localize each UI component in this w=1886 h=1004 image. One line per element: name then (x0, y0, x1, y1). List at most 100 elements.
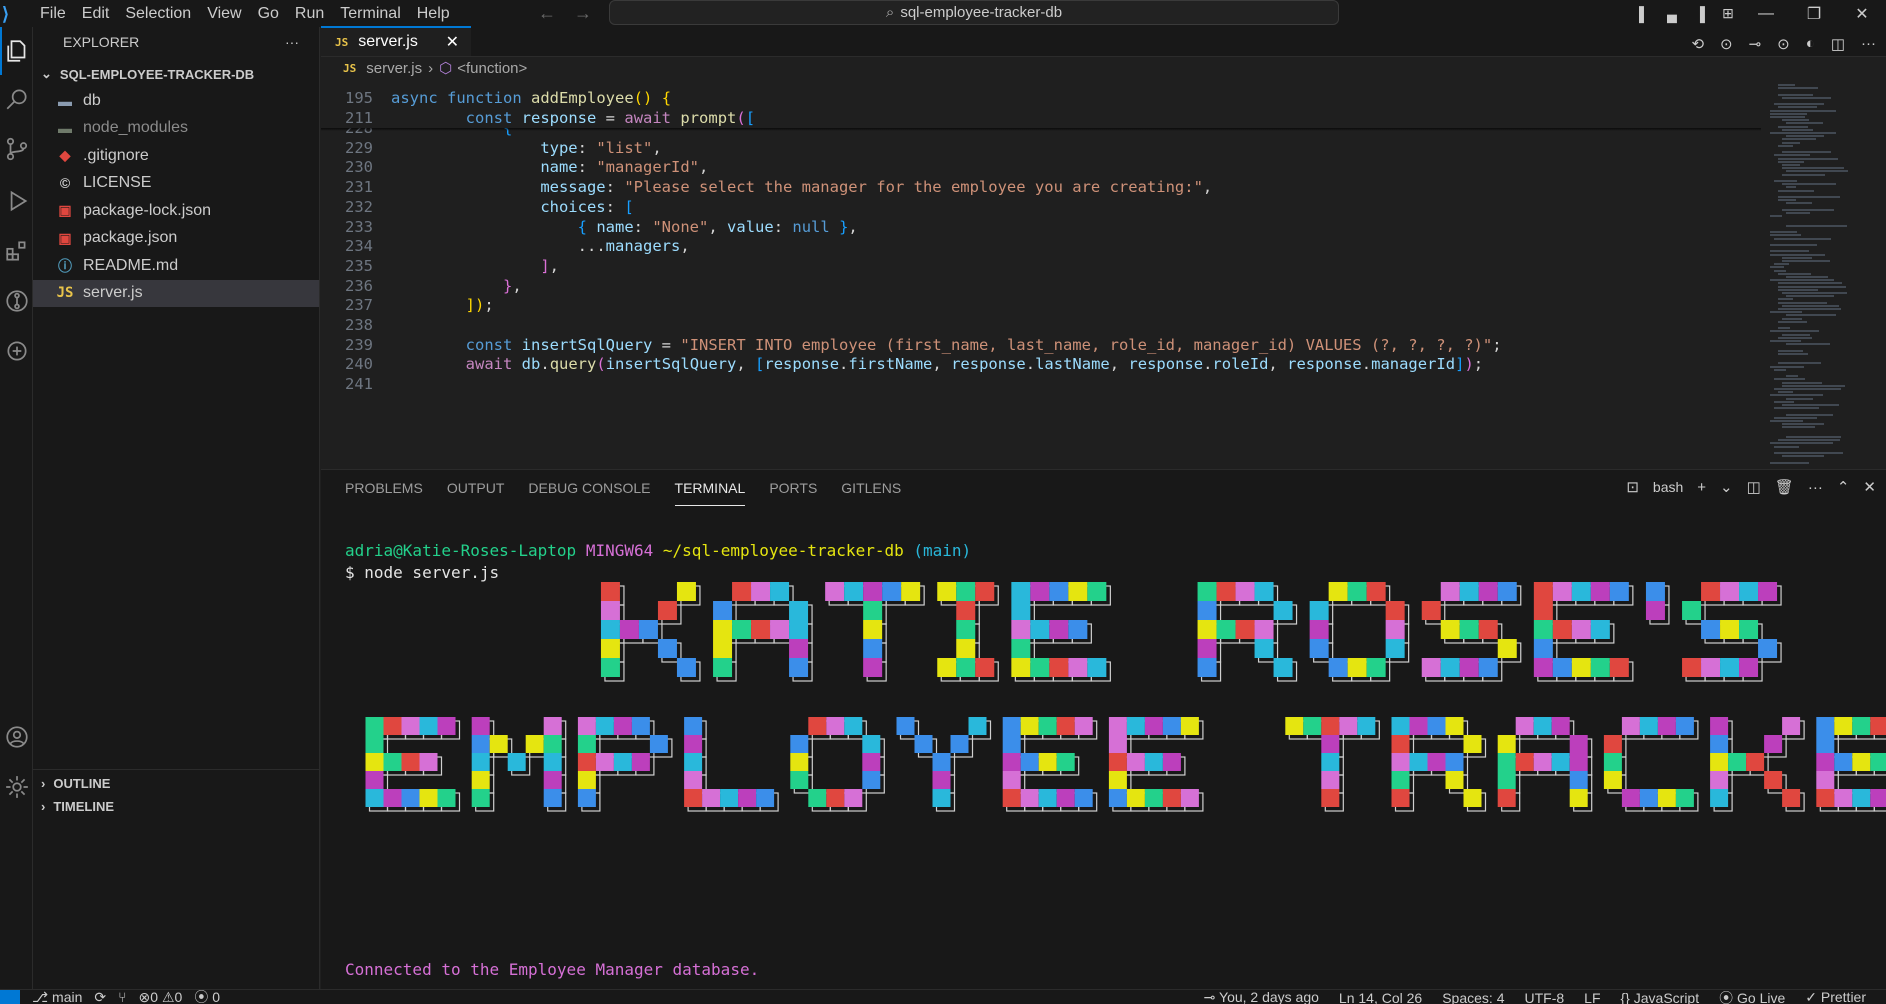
code-line[interactable]: 233 { name: "None", value: null }, (321, 217, 1761, 237)
customize-layout-icon[interactable]: ⊞ (1714, 0, 1742, 27)
banner-block (1011, 601, 1031, 620)
menu-edit[interactable]: Edit (74, 5, 118, 23)
chevron-down-icon[interactable]: ⌄ (1720, 478, 1733, 496)
explorer-files-icon[interactable] (0, 27, 33, 75)
search-activity-icon[interactable] (0, 75, 33, 123)
code-line[interactable]: 229 type: "list", (321, 138, 1761, 158)
back-arrow-icon[interactable]: ← (538, 3, 556, 24)
menu-run[interactable]: Run (287, 5, 332, 23)
tab-output[interactable]: OUTPUT (447, 470, 505, 506)
go-live-button[interactable]: ⦿ Go Live (1719, 988, 1785, 1004)
breadcrumb-symbol[interactable]: <function> (457, 60, 527, 77)
remote-indicator-icon[interactable] (0, 989, 20, 1004)
end-of-line[interactable]: LF (1584, 990, 1600, 1004)
code-line[interactable]: 237 ]); (321, 295, 1761, 315)
cursor-position[interactable]: Ln 14, Col 26 (1339, 990, 1422, 1004)
commit-icon[interactable]: ⊸ (1749, 35, 1762, 53)
git-blame-status[interactable]: ⊸ You, 2 days ago (1204, 989, 1319, 1004)
toggle-secondary-sidebar-icon[interactable]: ▐ (1686, 0, 1714, 27)
outline-section[interactable]: › OUTLINE (33, 769, 320, 796)
tab-problems[interactable]: PROBLEMS (345, 470, 423, 506)
source-control-icon[interactable] (0, 125, 33, 173)
menu-terminal[interactable]: Terminal (332, 5, 408, 23)
gitlens-icon[interactable] (0, 277, 33, 325)
problems-status[interactable]: ⊗0 ⚠0 (139, 989, 183, 1004)
minimap-line (1782, 381, 1822, 384)
manage-gear-icon[interactable] (0, 763, 33, 811)
extensions-icon[interactable] (0, 227, 33, 275)
tree-item-gitignore[interactable]: ◆ .gitignore (33, 142, 319, 170)
tab-terminal[interactable]: TERMINAL (674, 470, 746, 506)
forward-arrow-icon[interactable]: → (574, 3, 592, 24)
code-line[interactable]: 235 ], (321, 256, 1761, 276)
tab-debug-console[interactable]: DEBUG CONSOLE (528, 470, 650, 506)
code-line[interactable]: 240 await db.query(insertSqlQuery, [resp… (321, 354, 1761, 374)
tree-item-label: package.json (83, 229, 178, 247)
sync-icon[interactable]: ⟳ (94, 989, 106, 1004)
tree-item-package-lock[interactable]: ▣ package-lock.json (33, 197, 319, 225)
code-line[interactable]: 234 ...managers, (321, 236, 1761, 256)
tree-item-package-json[interactable]: ▣ package.json (33, 225, 319, 253)
code-line[interactable]: 230 name: "managerId", (321, 157, 1761, 177)
tree-item-server-js[interactable]: JS server.js (33, 279, 319, 307)
indentation[interactable]: Spaces: 4 (1442, 990, 1504, 1004)
menu-file[interactable]: File (32, 5, 74, 23)
timeline-section[interactable]: › TIMELINE (33, 793, 320, 820)
menu-help[interactable]: Help (409, 5, 458, 23)
new-terminal-icon[interactable]: + (1697, 479, 1706, 496)
tab-gitlens[interactable]: GITLENS (841, 470, 901, 506)
toggle-panel-icon[interactable]: ▄ (1658, 0, 1686, 27)
menu-selection[interactable]: Selection (117, 5, 199, 23)
ports-count: 0 (212, 989, 220, 1004)
tree-item-node-modules[interactable]: ▬ node_modules (33, 115, 319, 143)
split-editor-icon[interactable]: ◫ (1831, 35, 1845, 53)
minimap[interactable] (1764, 84, 1874, 469)
code-editor[interactable]: 228 {229 type: "list",230 name: "manager… (321, 88, 1761, 469)
restore-window-icon[interactable]: ❐ (1790, 4, 1838, 24)
maximize-panel-icon[interactable]: ⌃ (1837, 478, 1850, 496)
command-center-search[interactable]: ⌕ sql-employee-tracker-db (609, 0, 1339, 25)
more-actions-icon[interactable]: ··· (285, 34, 299, 50)
timeline-history-icon[interactable]: ⟲ (1691, 35, 1704, 53)
tree-item-license[interactable]: © LICENSE (33, 170, 319, 198)
breadcrumb-file[interactable]: server.js (366, 60, 422, 77)
tab-server-js[interactable]: JS server.js ✕ (321, 26, 471, 56)
kill-terminal-icon[interactable]: 🗑 (1775, 478, 1794, 496)
code-line[interactable]: 231 message: "Please select the manager … (321, 177, 1761, 197)
code-line[interactable]: 232 choices: [ (321, 197, 1761, 217)
gitlens-status-icon[interactable]: ⑂ (118, 989, 126, 1004)
close-tab-icon[interactable]: ✕ (446, 32, 459, 52)
run-debug-icon[interactable] (0, 177, 33, 225)
close-window-icon[interactable]: ✕ (1838, 4, 1886, 24)
tab-ports[interactable]: PORTS (769, 470, 817, 506)
prettier-status[interactable]: ✓ Prettier (1805, 989, 1866, 1004)
remote-explorer-icon[interactable] (0, 327, 33, 375)
ports-status[interactable]: ⦿ 0 (194, 987, 220, 1004)
code-line[interactable]: 239 const insertSqlQuery = "INSERT INTO … (321, 335, 1761, 355)
minimize-window-icon[interactable]: — (1742, 5, 1790, 23)
gitlens-inspect-icon[interactable]: ◐ (1806, 35, 1815, 53)
encoding[interactable]: UTF-8 (1524, 990, 1564, 1004)
workspace-folder[interactable]: ⌄ SQL-EMPLOYEE-TRACKER-DB (33, 61, 319, 87)
next-change-icon[interactable]: ⊙ (1777, 35, 1790, 53)
branch-status[interactable]: ⎇ main (32, 989, 82, 1004)
close-panel-icon[interactable]: ✕ (1863, 478, 1876, 496)
tree-item-readme[interactable]: ⓘ README.md (33, 252, 319, 280)
menu-go[interactable]: Go (250, 5, 287, 23)
more-actions-icon[interactable]: ··· (1808, 479, 1823, 496)
language-mode[interactable]: {} JavaScript (1621, 990, 1700, 1004)
more-actions-icon[interactable]: ··· (1861, 35, 1876, 53)
accounts-icon[interactable] (0, 713, 33, 761)
previous-change-icon[interactable]: ⊙ (1720, 35, 1733, 53)
split-terminal-icon[interactable]: ◫ (1747, 478, 1761, 496)
sticky-scroll-line[interactable]: 195 async function addEmployee() { (321, 88, 1761, 108)
menu-view[interactable]: View (199, 5, 249, 23)
code-line[interactable]: 236 }, (321, 276, 1761, 296)
sticky-scroll-line[interactable]: 211 const response = await prompt([ (321, 108, 1761, 128)
code-line[interactable]: 241 (321, 374, 1761, 394)
tree-item-db[interactable]: ▬ db (33, 87, 319, 115)
toggle-sidebar-icon[interactable]: ▌ (1630, 0, 1658, 27)
shell-name[interactable]: bash (1653, 479, 1683, 495)
banner-block (1478, 620, 1498, 639)
code-line[interactable]: 238 (321, 315, 1761, 335)
